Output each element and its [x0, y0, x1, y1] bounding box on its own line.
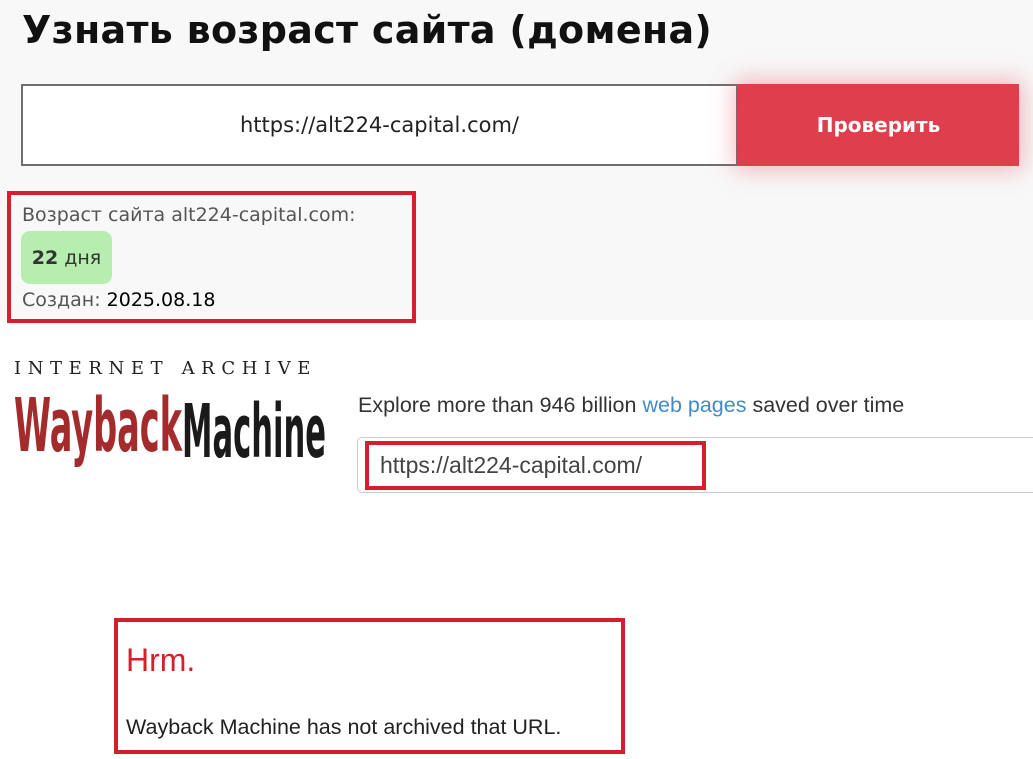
wayback-search-value[interactable]: https://alt224-capital.com/ — [365, 441, 706, 490]
wayback-error-box: Hrm. Wayback Machine has not archived th… — [114, 618, 625, 754]
check-button[interactable]: Проверить — [738, 84, 1019, 166]
web-pages-link[interactable]: web pages — [642, 393, 746, 417]
domain-age-panel: Узнать возраст сайта (домена) Проверить … — [0, 0, 1033, 323]
created-date: 2025.08.18 — [106, 289, 216, 311]
tagline-prefix: Explore more than 946 billion — [358, 393, 637, 417]
result-highlight-box: Возраст сайта alt224-capital.com: 22 дня… — [7, 191, 416, 323]
logo-wayback-text: Wayback — [14, 385, 183, 468]
created-row: Создан: 2025.08.18 — [22, 289, 215, 311]
wayback-machine-logo[interactable]: Wayback Machine — [14, 385, 326, 468]
logo-machine-text: Machine — [182, 389, 326, 468]
age-unit: дня — [64, 246, 102, 269]
result-label: Возраст сайта alt224-capital.com: — [22, 204, 356, 226]
internet-archive-header: INTERNET ARCHIVE — [14, 358, 318, 379]
error-message: Wayback Machine has not archived that UR… — [126, 715, 562, 739]
age-badge: 22 дня — [21, 231, 112, 284]
wayback-tagline: Explore more than 946 billion web pages … — [358, 393, 904, 418]
tagline-suffix: saved over time — [752, 393, 905, 417]
error-title: Hrm. — [126, 642, 196, 678]
created-label: Создан: — [22, 289, 101, 311]
domain-url-input[interactable] — [21, 84, 738, 166]
age-number: 22 — [31, 246, 59, 269]
page-title: Узнать возраст сайта (домена) — [22, 8, 713, 52]
